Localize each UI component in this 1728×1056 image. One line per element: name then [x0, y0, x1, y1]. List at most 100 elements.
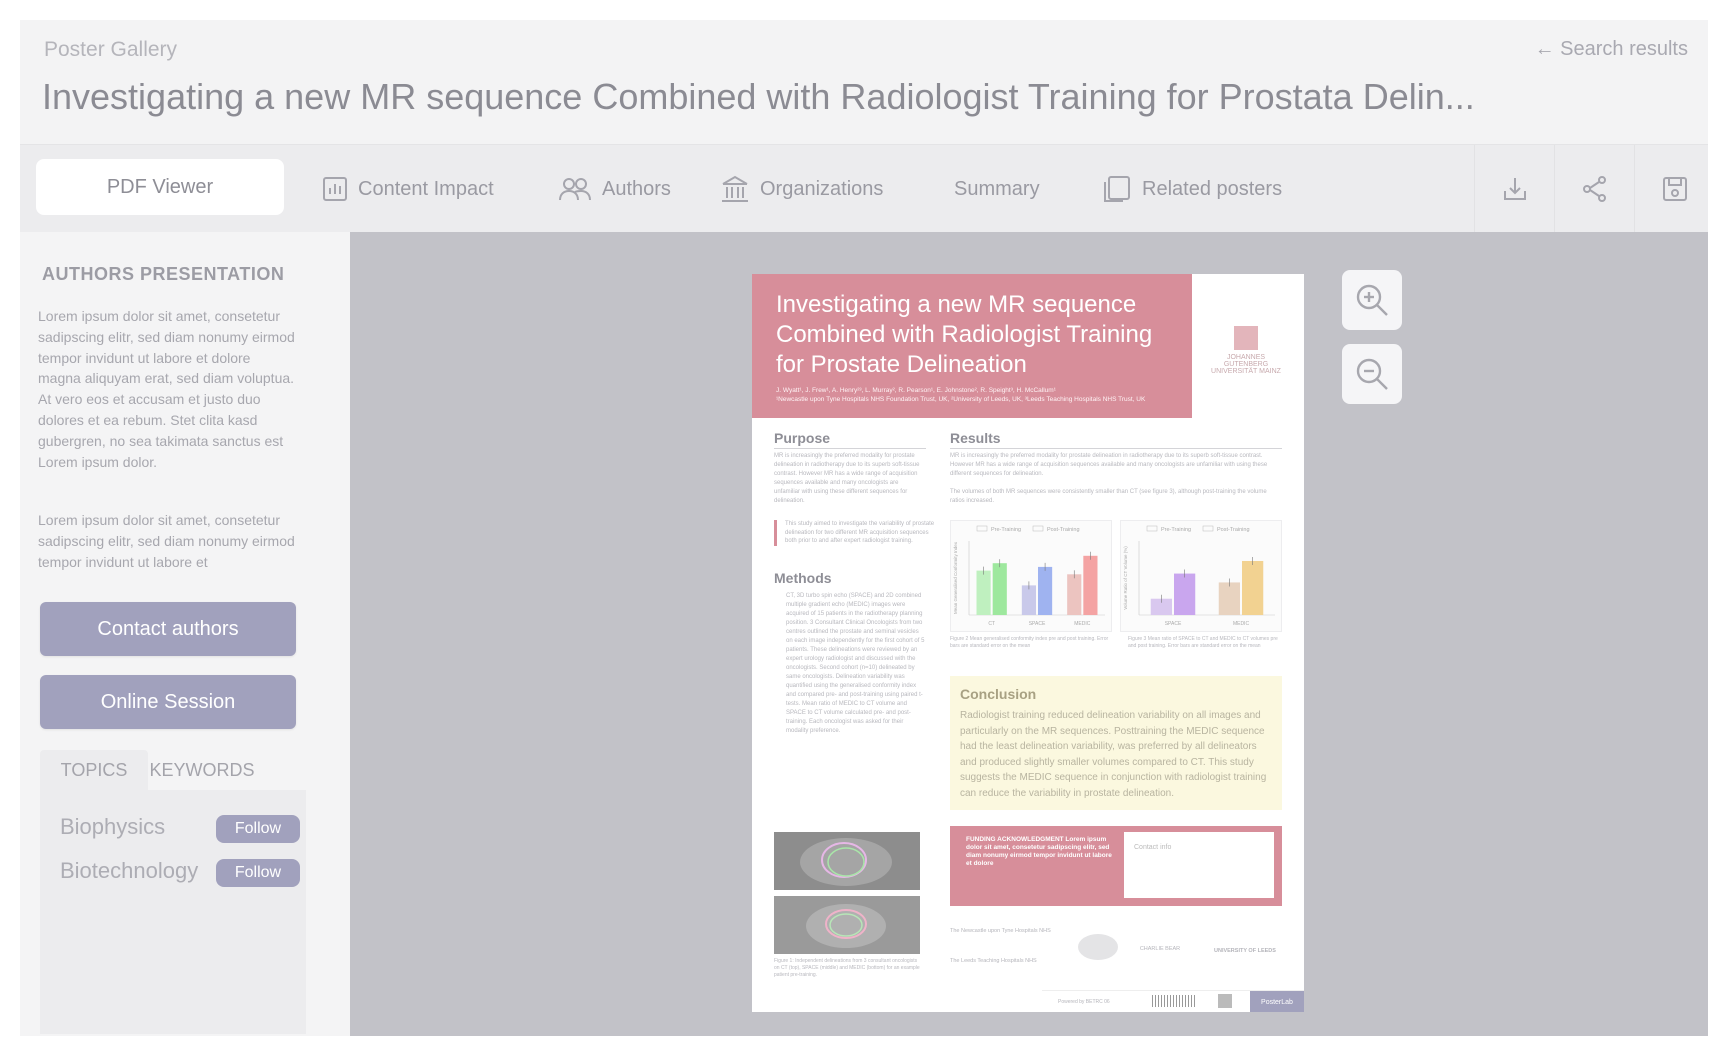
legend-swatch	[1032, 525, 1044, 532]
conclusion-text: Radiologist training reduced delineation…	[960, 710, 1267, 799]
topics-panel: TOPICS KEYWORDS Biophysics Follow Biotec…	[40, 750, 306, 1034]
contact-info-box: Contact info	[1124, 832, 1274, 898]
purpose-heading: Purpose	[774, 430, 831, 446]
y-axis-label: Mean Generalised Conformity Index	[953, 541, 958, 614]
logo-text: JOHANNES GUTENBERG UNIVERSITÄT MAINZ	[1211, 354, 1281, 375]
tab-organizations[interactable]: Organizations	[720, 145, 883, 233]
zoom-in-icon	[1356, 284, 1388, 316]
share-icon	[1583, 176, 1606, 202]
chart-bar	[992, 563, 1007, 615]
author-description-paragraph: Lorem ipsum dolor sit amet, consetetur s…	[38, 512, 295, 570]
people-icon	[559, 178, 591, 201]
nhs-leeds-logo: The Leeds Teaching Hospitals NHS	[950, 958, 1037, 964]
zoom-out-button[interactable]	[1342, 344, 1402, 404]
legend-label: Post-Training	[1217, 527, 1250, 533]
figure3-caption: Figure 3 Mean ratio of SPACE to CT and M…	[1128, 636, 1278, 649]
tab-content-impact[interactable]: Content Impact	[322, 145, 494, 233]
chart-bar	[1174, 573, 1196, 615]
tab-label: Summary	[954, 177, 1040, 200]
legend-swatch	[976, 525, 988, 532]
author-affiliations: ¹Newcastle upon Tyne Hospitals NHS Found…	[776, 396, 1146, 403]
page-header: Poster Gallery ← Search results Investig…	[20, 20, 1708, 144]
results-heading: Results	[950, 430, 1001, 446]
purpose-quote: This study aimed to investigate the vari…	[774, 520, 937, 546]
page-title: Investigating a new MR sequence Combined…	[42, 76, 1475, 117]
zoom-out-icon	[1356, 358, 1388, 390]
tab-topics[interactable]: TOPICS	[40, 750, 148, 790]
poster-footer: Powered by BETRC 06 PosterLab	[1042, 990, 1304, 1012]
x-tick-label: MEDIC	[1074, 621, 1091, 627]
mri-scan-image	[774, 896, 920, 954]
tab-label: Related posters	[1142, 177, 1283, 200]
download-button[interactable]	[1474, 145, 1555, 233]
tab-label: Organizations	[760, 177, 884, 200]
legend-swatch	[1146, 525, 1158, 532]
barcode-icon	[1152, 995, 1196, 1007]
volume-ratio-chart: Pre-Training Post-Training SPACE MEDIC Volum…	[1120, 520, 1282, 632]
y-axis-label: Volume Ratio of CT Volume (%)	[1123, 546, 1128, 610]
legend-swatch	[1202, 525, 1214, 532]
posterlab-logo: PosterLab	[1250, 991, 1304, 1012]
topics-list: Biophysics Follow Biotechnology Follow	[40, 790, 306, 1034]
breadcrumb[interactable]: Poster Gallery	[44, 38, 177, 62]
arrow-left-icon: ←	[1534, 38, 1555, 60]
conclusion-heading: Conclusion	[960, 686, 1037, 702]
funding-text: FUNDING ACKNOWLEDGMENT Lorem ipsum dolor…	[966, 836, 1112, 867]
tab-keywords[interactable]: KEYWORDS	[148, 750, 256, 790]
poster-title: Investigating a new MR sequence Combined…	[776, 291, 1153, 378]
sidebar: AUTHORS PRESENTATION Lorem ipsum dolor s…	[20, 232, 350, 1036]
chart-bar	[1038, 566, 1053, 615]
save-button[interactable]	[1634, 145, 1715, 233]
tab-summary[interactable]: Summary	[954, 145, 1040, 233]
footer-text: Powered by BETRC 06	[1058, 999, 1110, 1005]
author-names: J. Wyatt¹, J. Frew¹, A. Henry²³, L. Murr…	[776, 387, 1056, 394]
chart-bar	[1021, 585, 1036, 615]
logo-mark-icon	[1234, 326, 1258, 350]
x-tick-label: MEDIC	[1233, 621, 1250, 627]
conclusion-box: Conclusion Radiologist training reduced …	[950, 676, 1282, 810]
pdf-viewer[interactable]: Investigating a new MR sequence Combined…	[350, 232, 1708, 1036]
figure2-caption: Figure 2 Mean generalised conformity ind…	[950, 636, 1109, 649]
topic-name: Biotechnology	[60, 858, 199, 883]
follow-button[interactable]: Follow	[216, 815, 300, 843]
conformity-chart-svg: Pre-Training Post-Training CT SPACE MEDIC Mea…	[953, 525, 1105, 627]
tab-bar: PDF Viewer Content Impact Authors Organi…	[20, 144, 1708, 233]
purpose-text: MR is increasingly the preferred modalit…	[774, 453, 920, 504]
contact-authors-button[interactable]: Contact authors	[40, 602, 296, 656]
legend-label: Pre-Training	[991, 527, 1021, 533]
tab-related-posters[interactable]: Related posters	[1102, 145, 1282, 233]
chart-bar	[1242, 560, 1264, 615]
leeds-university-logo: UNIVERSITY OF LEEDS	[1214, 948, 1276, 954]
divider	[774, 448, 926, 449]
results-text: MR is increasingly the preferred modalit…	[950, 453, 1268, 477]
tab-label: Content Impact	[358, 177, 494, 200]
chart-bar	[1067, 574, 1082, 615]
divider	[950, 448, 1282, 449]
x-tick-label: SPACE	[1165, 621, 1182, 627]
x-tick-label: SPACE	[1029, 621, 1046, 627]
online-session-button[interactable]: Online Session	[40, 675, 296, 729]
mri-scan-image	[774, 832, 920, 890]
building-icon	[722, 175, 748, 202]
search-results-link[interactable]: ← Search results	[1535, 38, 1688, 61]
figure1-caption: Figure 1: Independent delineations from …	[774, 958, 920, 978]
methods-text: CT, 3D turbo spin echo (SPACE) and 2D co…	[786, 593, 925, 734]
charlie-bear-logo: CHARLIE BEAR	[1139, 946, 1181, 952]
legend-label: Pre-Training	[1161, 527, 1191, 533]
nhs-newcastle-logo: The Newcastle upon Tyne Hospitals NHS	[950, 928, 1051, 934]
chart-bar	[1083, 555, 1098, 615]
zoom-in-button[interactable]	[1342, 270, 1402, 330]
sidebar-heading: AUTHORS PRESENTATION	[42, 264, 285, 284]
tab-authors[interactable]: Authors	[558, 145, 671, 233]
search-results-label: Search results	[1560, 38, 1688, 60]
copy-icon	[1104, 176, 1130, 202]
tab-label: Authors	[602, 177, 671, 200]
volume-ratio-chart-svg: Pre-Training Post-Training SPACE MEDIC Volum…	[1123, 525, 1275, 627]
topic-name: Biophysics	[60, 814, 166, 839]
share-button[interactable]	[1554, 145, 1635, 233]
tab-pdf-viewer[interactable]: PDF Viewer	[36, 159, 284, 215]
methods-heading: Methods	[774, 570, 832, 586]
poster-page: Investigating a new MR sequence Combined…	[752, 274, 1304, 1012]
follow-button[interactable]: Follow	[216, 859, 300, 887]
charity-logo-icon	[1078, 934, 1118, 960]
